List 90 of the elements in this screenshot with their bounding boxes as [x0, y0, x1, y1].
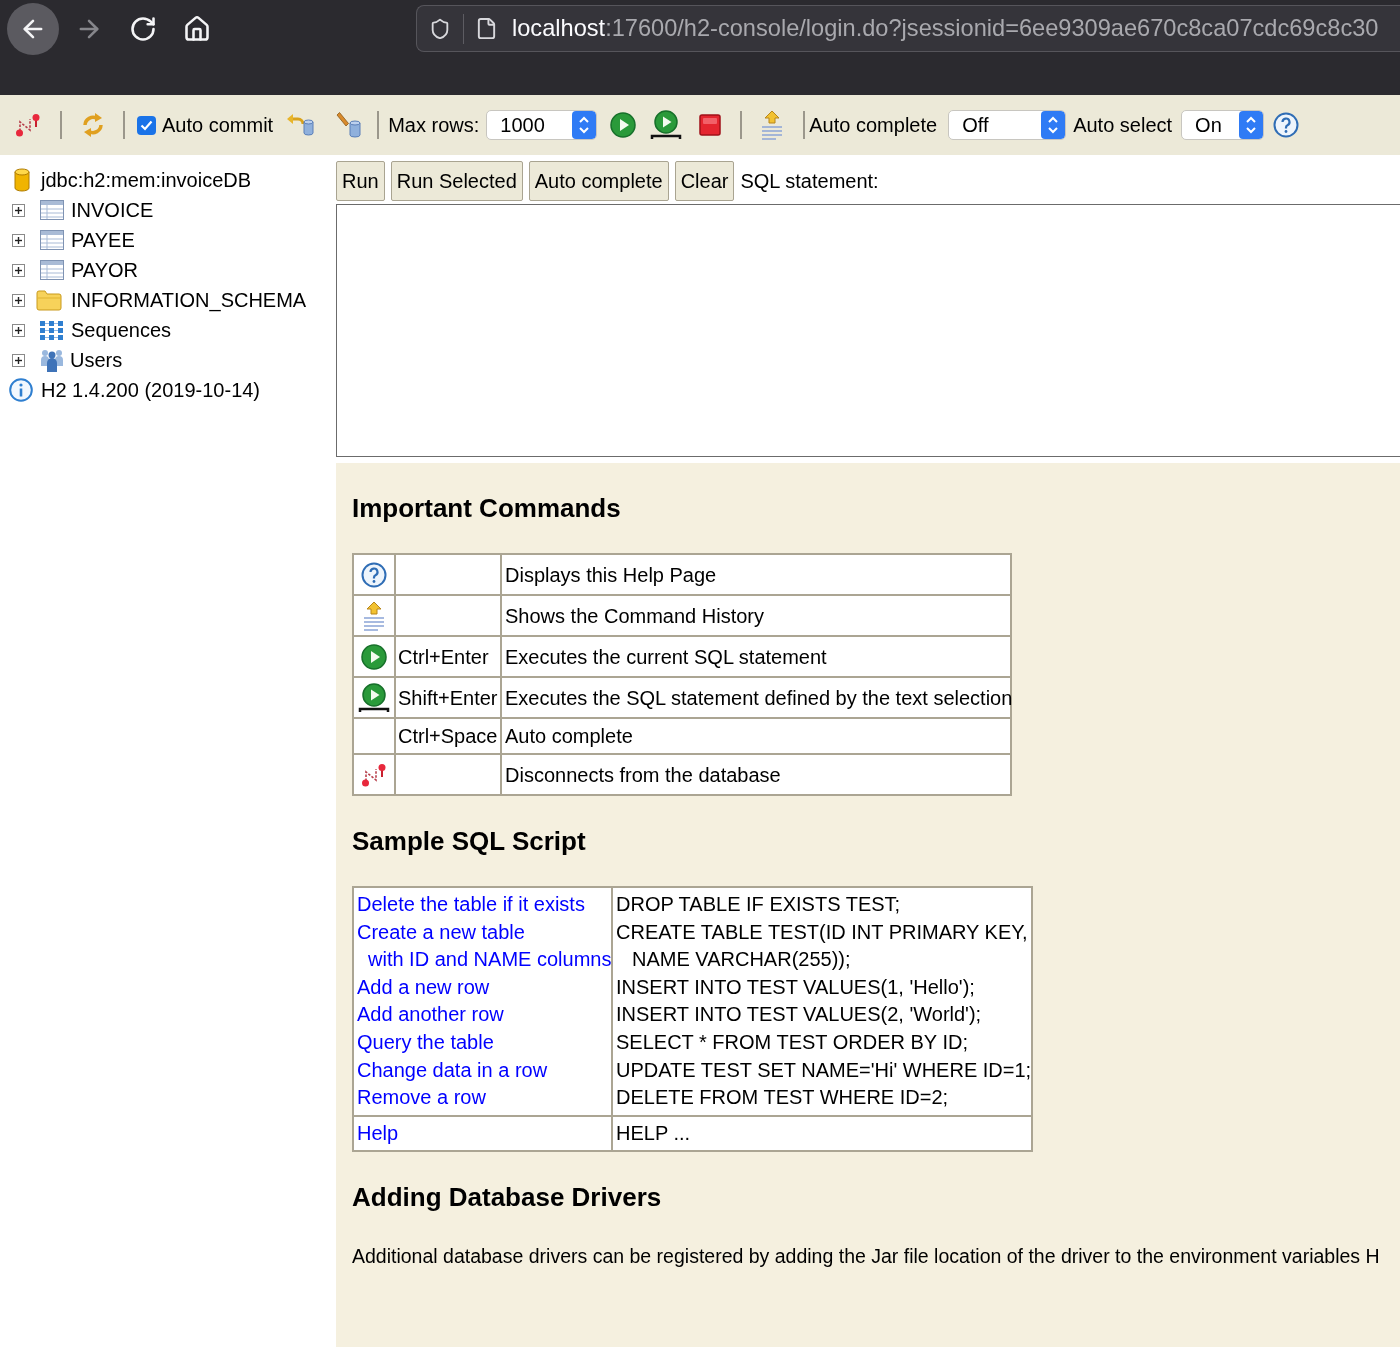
- script-link[interactable]: with ID and NAME columns: [368, 948, 612, 971]
- description-cell: Auto complete: [501, 718, 1011, 754]
- drivers-paragraph: Additional database drivers can be registered by adding the Jar file location of the driver to the environment variables H: [352, 1244, 1380, 1269]
- max-rows-select[interactable]: 1000: [486, 110, 598, 140]
- page-icon: [475, 17, 498, 40]
- script-link[interactable]: Create a new table: [357, 920, 525, 943]
- description-cell: Disconnects from the database: [501, 754, 1011, 795]
- reload-icon[interactable]: [129, 14, 157, 43]
- expand-icon[interactable]: [12, 233, 25, 247]
- auto-commit-label: Auto commit: [162, 113, 274, 138]
- chevron-up-down-icon: [1239, 111, 1264, 139]
- sql-statement-text: CREATE TABLE TEST(ID INT PRIMARY KEY,: [616, 920, 1028, 943]
- expand-icon[interactable]: [12, 353, 25, 367]
- tree-item[interactable]: INVOICE: [71, 195, 154, 225]
- info-icon: [9, 378, 33, 402]
- help-icon[interactable]: [1273, 112, 1300, 138]
- grid-icon: [40, 320, 63, 340]
- play-icon[interactable]: [610, 112, 637, 138]
- max-rows-label: Max rows:: [388, 113, 480, 138]
- table-icon: [40, 260, 64, 280]
- tree-item[interactable]: INFORMATION_SCHEMA: [71, 285, 307, 315]
- description-cell: Displays this Help Page: [501, 554, 1011, 595]
- auto-complete-label: Auto complete: [809, 113, 938, 138]
- shortcut-cell: Ctrl+Enter: [395, 636, 501, 677]
- folder-icon: [36, 289, 62, 311]
- sql-statement-text: DELETE FROM TEST WHERE ID=2;: [616, 1086, 949, 1109]
- table-icon: [40, 230, 64, 250]
- shortcut-cell: Shift+Enter: [395, 677, 501, 718]
- expand-icon[interactable]: [12, 203, 25, 217]
- shield-icon[interactable]: [429, 17, 451, 40]
- back-button[interactable]: [7, 2, 59, 55]
- section-heading: Adding Database Drivers: [352, 1181, 662, 1214]
- expand-icon[interactable]: [12, 323, 25, 337]
- section-heading: Important Commands: [352, 492, 621, 524]
- tree-item[interactable]: PAYOR: [71, 255, 139, 285]
- pencil-database-icon[interactable]: [336, 111, 363, 139]
- sql-statement-text: DROP TABLE IF EXISTS TEST;: [616, 893, 901, 915]
- sql-statement-label: SQL statement:: [740, 169, 879, 194]
- sql-editor-field[interactable]: [336, 204, 1400, 457]
- database-icon: [14, 168, 30, 192]
- play-stand-icon[interactable]: [650, 110, 683, 140]
- tree-item[interactable]: PAYEE: [71, 225, 135, 255]
- table-icon: [40, 200, 64, 220]
- script-link[interactable]: Delete the table if it exists: [357, 893, 585, 915]
- action-button[interactable]: Auto complete: [528, 161, 669, 201]
- expand-icon[interactable]: [12, 263, 25, 277]
- action-button[interactable]: Clear: [674, 161, 735, 201]
- expand-icon[interactable]: [12, 293, 25, 307]
- auto-commit-checkbox[interactable]: [137, 115, 156, 135]
- home-icon[interactable]: [183, 14, 211, 43]
- play-stand-icon: [358, 682, 390, 713]
- stop-icon[interactable]: [699, 114, 722, 136]
- address-bar[interactable]: localhost:17600/h2-console/login.do?jsessionid=6ee9309ae670c8ca07cdc69c8c30: [416, 5, 1400, 52]
- action-button[interactable]: Run: [336, 161, 385, 201]
- sql-statement-text: SELECT * FROM TEST ORDER BY ID;: [616, 1030, 968, 1053]
- url-text: localhost:17600/h2-console/login.do?jsessionid=6ee9309ae670c8ca07cdc69c8c30: [512, 13, 1379, 43]
- node-link-icon[interactable]: [15, 113, 41, 137]
- sql-statement-text: INSERT INTO TEST VALUES(1, 'Hello');: [616, 975, 975, 998]
- arrow-lines-icon: [362, 600, 386, 631]
- chevron-up-down-icon: [572, 111, 597, 139]
- action-button[interactable]: Run Selected: [390, 161, 523, 201]
- script-link[interactable]: Query the table: [357, 1030, 494, 1053]
- play-icon: [361, 643, 387, 670]
- section-heading: Sample SQL Script: [352, 825, 586, 857]
- chevron-up-down-icon: [1041, 111, 1066, 139]
- description-cell: Executes the current SQL statement: [501, 636, 1011, 677]
- tree-item[interactable]: jdbc:h2:mem:invoiceDB: [41, 165, 252, 195]
- auto-select-label: Auto select: [1073, 113, 1173, 138]
- tree-item[interactable]: Sequences: [71, 315, 172, 345]
- undo-database-icon[interactable]: [286, 112, 317, 138]
- sql-statement-text: INSERT INTO TEST VALUES(2, 'World');: [616, 1003, 982, 1026]
- sql-statement-text: NAME VARCHAR(255));: [632, 948, 851, 971]
- help-icon: [361, 561, 387, 588]
- script-link[interactable]: Add a new row: [357, 975, 490, 998]
- script-link[interactable]: Help: [357, 1121, 399, 1144]
- checkmark-icon: [140, 119, 153, 131]
- sql-statement-text: HELP ...: [616, 1121, 691, 1144]
- script-link[interactable]: Change data in a row: [357, 1058, 548, 1081]
- description-cell: Executes the SQL statement defined by the text selection: [501, 677, 1011, 718]
- sql-statement-text: UPDATE TEST SET NAME='Hi' WHERE ID=1;: [616, 1058, 1032, 1081]
- shortcut-cell: Ctrl+Space: [395, 718, 501, 754]
- script-link[interactable]: Remove a row: [357, 1086, 486, 1109]
- script-link[interactable]: Add another row: [357, 1003, 504, 1026]
- tree-item[interactable]: Users: [70, 345, 123, 375]
- auto-select-select[interactable]: On: [1181, 110, 1265, 140]
- users-icon: [40, 347, 64, 373]
- auto-complete-select[interactable]: Off: [948, 110, 1067, 140]
- node-link-icon: [361, 762, 387, 787]
- version-label: H2 1.4.200 (2019-10-14): [41, 378, 261, 403]
- description-cell: Shows the Command History: [501, 595, 1011, 636]
